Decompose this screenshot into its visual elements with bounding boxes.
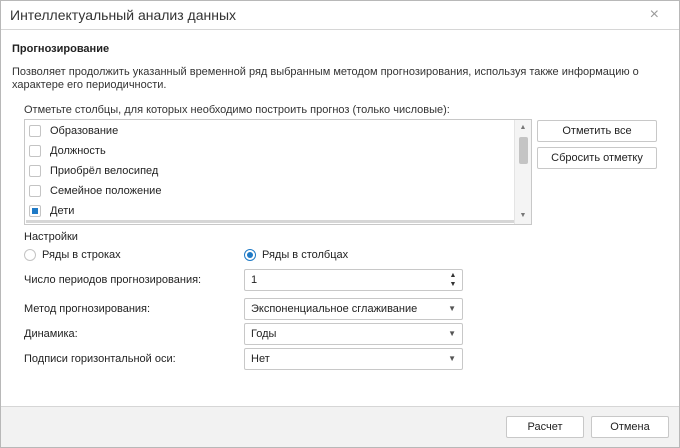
reset-check-button[interactable]: Сбросить отметку [537, 147, 657, 169]
list-item-label: Должность [50, 145, 106, 157]
periods-stepper[interactable]: 1 ▲ ▼ [244, 269, 463, 291]
dynamics-label: Динамика: [24, 328, 78, 340]
list-item-label: Образование [50, 125, 119, 137]
calculate-button[interactable]: Расчет [506, 416, 584, 438]
chevron-down-icon: ▼ [448, 329, 456, 338]
title-bar: Интеллектуальный анализ данных × [1, 1, 679, 30]
list-item-label: Приобрёл велосипед [50, 165, 159, 177]
horizontal-scrollbar[interactable] [26, 220, 514, 223]
close-icon[interactable]: × [650, 6, 659, 24]
scroll-down-icon[interactable]: ▼ [515, 210, 531, 222]
checkbox-checked[interactable] [29, 205, 41, 217]
method-label: Метод прогнозирования: [24, 303, 151, 315]
dialog-title: Интеллектуальный анализ данных [10, 7, 237, 23]
chevron-down-icon: ▼ [448, 304, 456, 313]
check-all-button[interactable]: Отметить все [537, 120, 657, 142]
list-item-position[interactable]: Должность [25, 141, 513, 161]
list-item-education[interactable]: Образование [25, 121, 513, 141]
list-item-bought-bike[interactable]: Приобрёл велосипед [25, 161, 513, 181]
scroll-thumb[interactable] [519, 137, 528, 164]
list-item-label: Дети [50, 205, 75, 217]
list-item-marital-status[interactable]: Семейное положение [25, 181, 513, 201]
columns-list-label: Отметьте столбцы, для которых необходимо… [24, 104, 450, 116]
dynamics-value: Годы [251, 328, 277, 340]
radio-rows-in-rows[interactable] [24, 249, 36, 261]
settings-label: Настройки [24, 231, 78, 243]
axis-labels-value: Нет [251, 353, 270, 365]
checkbox[interactable] [29, 145, 41, 157]
checkbox[interactable] [29, 125, 41, 137]
chevron-down-icon: ▼ [448, 354, 456, 363]
spin-arrows-icon[interactable]: ▲ ▼ [449, 271, 457, 289]
periods-label: Число периодов прогнозирования: [24, 274, 202, 286]
checkbox[interactable] [29, 165, 41, 177]
axis-labels-select[interactable]: Нет ▼ [244, 348, 463, 370]
cancel-button[interactable]: Отмена [591, 416, 669, 438]
scroll-up-icon[interactable]: ▲ [515, 122, 531, 134]
radio-rows-label[interactable]: Ряды в строках [42, 249, 121, 261]
list-item-label: Семейное положение [50, 185, 162, 197]
vertical-scrollbar[interactable]: ▲ ▼ [514, 120, 531, 224]
dialog-footer: Расчет Отмена [1, 406, 679, 447]
section-title: Прогнозирование [12, 43, 110, 55]
columns-listbox[interactable]: Образование Должность Приобрёл велосипед… [24, 119, 532, 225]
radio-rows-in-columns[interactable] [244, 249, 256, 261]
dialog-window: Интеллектуальный анализ данных × Прогноз… [0, 0, 680, 448]
dynamics-select[interactable]: Годы ▼ [244, 323, 463, 345]
method-value: Экспоненциальное сглаживание [251, 303, 418, 315]
axis-labels-label: Подписи горизонтальной оси: [24, 353, 176, 365]
radio-columns-label[interactable]: Ряды в столбцах [262, 249, 348, 261]
method-select[interactable]: Экспоненциальное сглаживание ▼ [244, 298, 463, 320]
section-description: Позволяет продолжить указанный временной… [12, 66, 639, 91]
list-item-children[interactable]: Дети [25, 201, 513, 221]
periods-value: 1 [251, 274, 258, 286]
checkbox[interactable] [29, 185, 41, 197]
